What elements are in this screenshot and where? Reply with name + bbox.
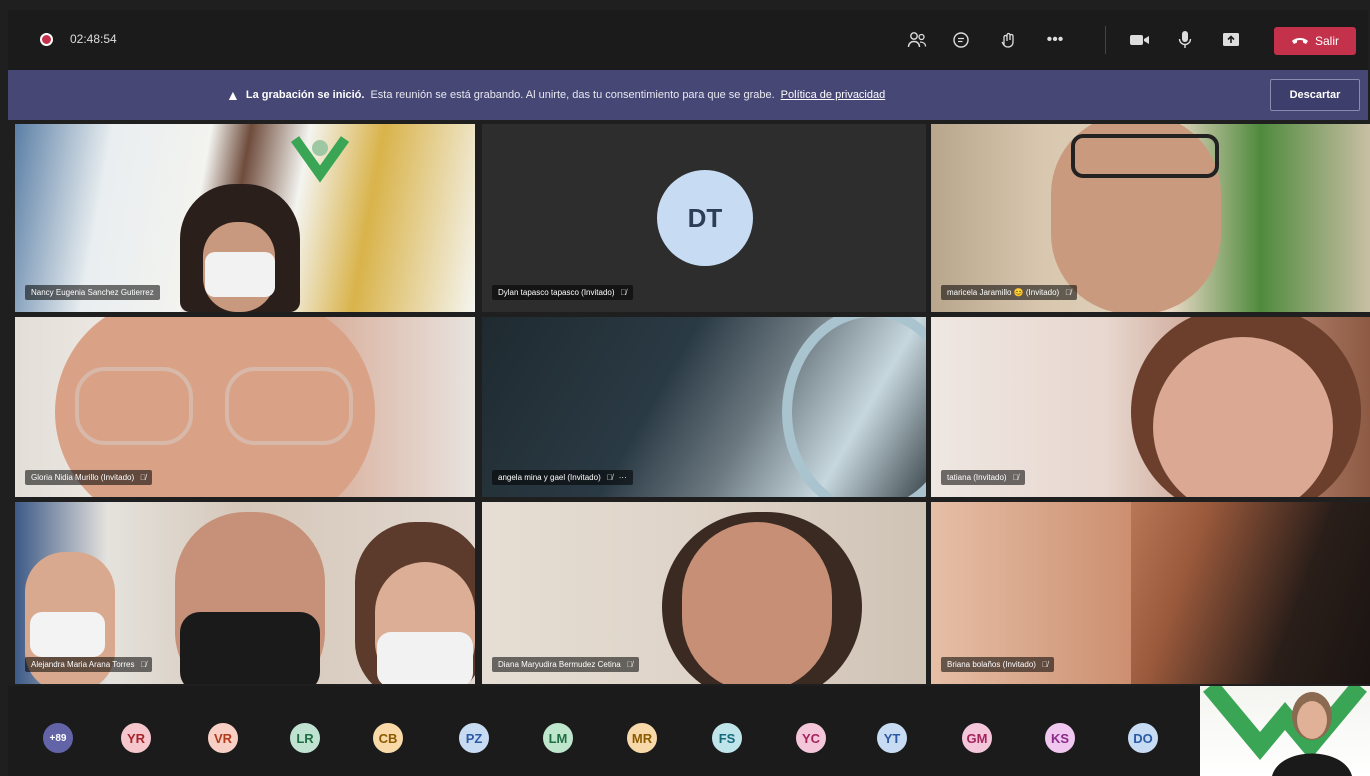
more-icon[interactable]: ••• <box>1042 28 1068 52</box>
glasses <box>1071 134 1219 178</box>
participant-avatar[interactable]: KS <box>1042 720 1078 756</box>
warning-icon: ▲ <box>226 87 240 103</box>
participant-avatar[interactable]: LM <box>540 720 576 756</box>
video-tile[interactable]: Alejandra Maria Arana Torres 🎙̸ <box>15 502 475 684</box>
participant-strip: +89 YR VR LR CB PZ LM MR FS YC YT GM KS DO <box>8 686 1200 776</box>
participant-avatar[interactable]: GM <box>959 720 995 756</box>
camera-icon[interactable] <box>1127 28 1153 52</box>
avatar: DT <box>657 170 753 266</box>
more-icon[interactable]: ··· <box>619 473 627 482</box>
participants-icon[interactable] <box>904 28 930 52</box>
participant-avatar[interactable]: YC <box>793 720 829 756</box>
mic-icon[interactable] <box>1172 28 1198 52</box>
participant-name: maricela Jaramillo 😊 (Invitado) <box>947 288 1060 297</box>
video-tile[interactable]: maricela Jaramillo 😊 (Invitado) 🎙̸ <box>931 124 1370 312</box>
face-mask <box>205 252 275 297</box>
reactions-icon[interactable] <box>996 28 1022 52</box>
participant-name: Diana Maryudira Bermudez Cetina <box>498 660 621 669</box>
participant-name-tag: Alejandra Maria Arana Torres 🎙̸ <box>25 657 153 672</box>
mic-off-icon: 🎙̸ <box>620 288 627 297</box>
participant-avatar[interactable]: YT <box>874 720 910 756</box>
meeting-timer: 02:48:54 <box>70 32 117 46</box>
participant-name-tag: Briana bolaños (Invitado) 🎙̸ <box>941 657 1054 672</box>
video-tile[interactable]: DT Dylan tapasco tapasco (Invitado) 🎙̸ <box>482 124 926 312</box>
video-tile[interactable]: Diana Maryudira Bermudez Cetina 🎙̸ <box>482 502 926 684</box>
mic-off-icon: 🎙̸ <box>140 660 147 669</box>
participant-name-tag: angela mina y gael (Invitado) 🎙̸ ··· <box>492 470 633 485</box>
mic-off-icon: 🎙̸ <box>1065 288 1072 297</box>
video-tile[interactable]: Briana bolaños (Invitado) 🎙̸ <box>931 502 1370 684</box>
participant-name-tag: Nancy Eugenia Sanchez Gutierrez <box>25 285 160 300</box>
participant-avatar[interactable]: PZ <box>456 720 492 756</box>
overflow-participants-button[interactable]: +89 <box>40 720 76 756</box>
face-mask <box>377 632 473 684</box>
mic-off-icon: 🎙̸ <box>626 660 633 669</box>
participant-avatar[interactable]: FS <box>709 720 745 756</box>
participant-avatar[interactable]: CB <box>370 720 406 756</box>
video-tile[interactable]: tatiana (Invitado) 🎙̸ <box>931 317 1370 497</box>
participant-name-tag: maricela Jaramillo 😊 (Invitado) 🎙̸ <box>941 285 1078 300</box>
self-view-image <box>1203 686 1367 776</box>
participant-name: Alejandra Maria Arana Torres <box>31 660 135 669</box>
recording-banner: ▲ La grabación se inició. Esta reunión s… <box>8 70 1368 120</box>
background-object <box>782 317 926 497</box>
mic-off-icon: 🎙̸ <box>140 473 147 482</box>
leave-label: Salir <box>1314 34 1339 48</box>
privacy-policy-link[interactable]: Política de privacidad <box>781 89 886 101</box>
glasses <box>225 367 353 445</box>
participant-photo <box>682 522 832 684</box>
recording-icon <box>40 33 53 46</box>
toolbar-divider <box>1105 26 1106 54</box>
chat-icon[interactable] <box>948 28 974 52</box>
participant-name-tag: tatiana (Invitado) 🎙̸ <box>941 470 1025 485</box>
dismiss-button[interactable]: Descartar <box>1270 79 1360 111</box>
mic-off-icon: 🎙̸ <box>1012 473 1019 482</box>
face-mask <box>180 612 320 684</box>
participant-name-tag: Dylan tapasco tapasco (Invitado) 🎙̸ <box>492 285 633 300</box>
participant-name: angela mina y gael (Invitado) <box>498 473 601 482</box>
participant-avatar[interactable]: LR <box>287 720 323 756</box>
banner-title: La grabación se inició. <box>245 89 365 101</box>
share-icon[interactable] <box>1218 28 1244 52</box>
participant-avatar[interactable]: DO <box>1125 720 1161 756</box>
glasses <box>75 367 193 445</box>
face-mask <box>30 612 105 657</box>
video-tile[interactable]: Nancy Eugenia Sanchez Gutierrez <box>15 124 475 312</box>
mic-off-icon: 🎙̸ <box>1041 660 1048 669</box>
logo-image <box>285 134 355 194</box>
participant-avatar[interactable]: VR <box>205 720 241 756</box>
video-tile[interactable]: Gloria Nidia Murillo (Invitado) 🎙̸ <box>15 317 475 497</box>
banner-message: Esta reunión se está grabando. Al unirte… <box>370 89 775 101</box>
video-tile[interactable]: angela mina y gael (Invitado) 🎙̸ ··· <box>482 317 926 497</box>
participant-name-tag: Gloria Nidia Murillo (Invitado) 🎙̸ <box>25 470 153 485</box>
participant-name: tatiana (Invitado) <box>947 473 1007 482</box>
participant-name-tag: Diana Maryudira Bermudez Cetina 🎙̸ <box>492 657 639 672</box>
phone-hangup-icon <box>1291 34 1309 48</box>
participant-name: Dylan tapasco tapasco (Invitado) <box>498 288 615 297</box>
participant-avatar[interactable]: MR <box>624 720 660 756</box>
leave-button[interactable]: Salir <box>1274 27 1356 55</box>
self-view[interactable] <box>1200 686 1370 776</box>
participant-avatar[interactable]: YR <box>118 720 154 756</box>
mic-off-icon: 🎙̸ <box>606 473 613 482</box>
participant-name: Briana bolaños (Invitado) <box>947 660 1036 669</box>
participant-name: Gloria Nidia Murillo (Invitado) <box>31 473 135 482</box>
participant-name: Nancy Eugenia Sanchez Gutierrez <box>31 288 154 297</box>
meeting-toolbar: 02:48:54 ••• Salir <box>8 10 1368 70</box>
